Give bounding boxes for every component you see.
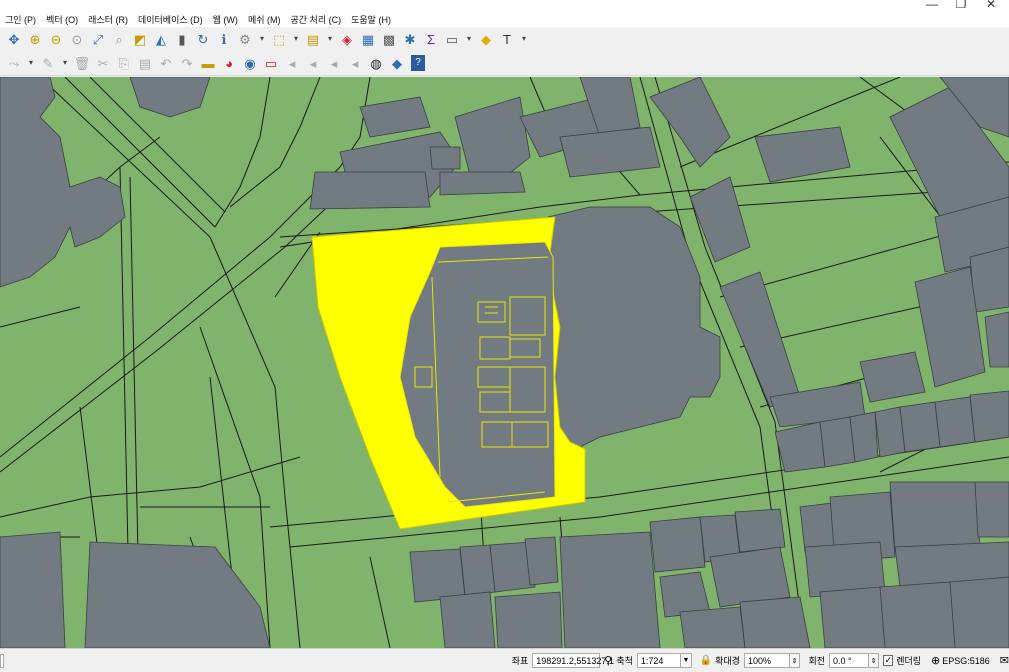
measure-icon[interactable]: ▭ bbox=[442, 29, 462, 49]
new-bookmark-icon[interactable]: ▮ bbox=[172, 29, 192, 49]
zoom-layer-icon[interactable]: ◩ bbox=[130, 29, 150, 49]
select-features-icon[interactable]: ⬚ bbox=[269, 29, 289, 49]
zoom-full-icon[interactable]: ⤢ bbox=[88, 29, 108, 49]
map-navigation-toolbar: ✥ ⊕ ⊖ ⊙ ⤢ ⌕ ◩ ◭ ▮ ↻ ℹ ⚙ ▾ ⬚ ▾ ▤ ▾ ◈ ▦ ▩ ✱ Σ ▭ ▾ ◆ T ▾ bbox=[0, 27, 1009, 51]
map-canvas[interactable] bbox=[0, 77, 1009, 648]
help-icon[interactable]: ? bbox=[411, 55, 425, 71]
label-icon[interactable]: ▬ bbox=[198, 53, 218, 73]
menu-plugins[interactable]: 그인 (P) bbox=[0, 13, 41, 26]
menu-raster[interactable]: 래스터 (R) bbox=[83, 13, 133, 26]
map-view[interactable] bbox=[0, 77, 1009, 648]
paste-features-icon[interactable]: ▤ bbox=[135, 53, 155, 73]
deselect-icon[interactable]: ◈ bbox=[337, 29, 357, 49]
statistics-icon[interactable]: Σ bbox=[421, 29, 441, 49]
rotate-label-icon[interactable]: ◂ bbox=[303, 53, 323, 73]
magnifier-spinner-icon[interactable]: ⇕ bbox=[789, 653, 801, 668]
window-controls: — ❐ ✕ bbox=[0, 0, 1009, 11]
dropdown-arrow-icon[interactable]: ▾ bbox=[256, 29, 268, 49]
zoom-out-icon[interactable]: ⊖ bbox=[46, 29, 66, 49]
dropdown-arrow-icon[interactable]: ▾ bbox=[518, 29, 530, 49]
status-bar: 좌표 198291.2,551327.1 ⚲ 축척 1:724 ▼ 🔒 확대경 … bbox=[0, 648, 1009, 672]
map-tips-icon[interactable]: ◆ bbox=[476, 29, 496, 49]
digitize-icon[interactable]: ⤳ bbox=[4, 53, 24, 73]
scale-input[interactable]: 1:724 bbox=[636, 653, 682, 668]
toggle-extents-icon[interactable]: ⚲ bbox=[604, 654, 612, 667]
delete-selected-icon[interactable]: 🗑 bbox=[72, 53, 92, 73]
change-label-icon[interactable]: ◂ bbox=[324, 53, 344, 73]
crs-label[interactable]: EPSG:5186 bbox=[942, 656, 990, 666]
move-label-icon[interactable]: ◂ bbox=[282, 53, 302, 73]
diagram-icon[interactable]: ◕ bbox=[219, 53, 239, 73]
magnifier-label: 확대경 bbox=[715, 656, 740, 666]
rotation-spinner-icon[interactable]: ⇕ bbox=[868, 653, 880, 668]
dropdown-arrow-icon[interactable]: ▾ bbox=[59, 53, 71, 73]
globe-plugin-icon[interactable]: ◍ bbox=[366, 53, 386, 73]
messages-field[interactable] bbox=[0, 653, 4, 668]
digitizing-toolbar: ⤳ ▾ ✎ ▾ 🗑 ✂ ⎘ ▤ ↶ ↷ ▬ ◕ ◉ ▭ ◂ ◂ ◂ ◂ ◍ ◆? bbox=[0, 51, 1009, 76]
crs-globe-icon[interactable]: ⊕ bbox=[931, 654, 940, 667]
identify-icon[interactable]: ℹ bbox=[214, 29, 234, 49]
refresh-icon[interactable]: ↻ bbox=[193, 29, 213, 49]
lock-scale-icon[interactable]: 🔒 bbox=[700, 655, 712, 666]
zoom-last-icon[interactable]: ◭ bbox=[151, 29, 171, 49]
magnifier-input[interactable]: 100% bbox=[743, 653, 790, 668]
zoom-selection-icon[interactable]: ⌕ bbox=[109, 29, 129, 49]
undo-icon[interactable]: ↶ bbox=[156, 53, 176, 73]
menu-web[interactable]: 웹 (W) bbox=[208, 13, 243, 26]
menu-bar: 그인 (P) 벡터 (O) 래스터 (R) 데이터베이스 (D) 웹 (W) 메… bbox=[0, 11, 1009, 27]
scale-dropdown-icon[interactable]: ▼ bbox=[681, 653, 692, 668]
processing-toolbox-icon[interactable]: ✱ bbox=[400, 29, 420, 49]
dropdown-arrow-icon[interactable]: ▾ bbox=[463, 29, 475, 49]
dropdown-arrow-icon[interactable]: ▾ bbox=[25, 53, 37, 73]
menu-vector[interactable]: 벡터 (O) bbox=[41, 13, 83, 26]
rotation-input[interactable]: 0.0 ° bbox=[829, 653, 869, 668]
zoom-native-icon[interactable]: ⊙ bbox=[67, 29, 87, 49]
redo-icon[interactable]: ↷ bbox=[177, 53, 197, 73]
menu-database[interactable]: 데이터베이스 (D) bbox=[133, 13, 208, 26]
render-label: 렌더링 bbox=[896, 656, 922, 666]
change-label2-icon[interactable]: ◂ bbox=[345, 53, 365, 73]
run-action-icon[interactable]: ⚙ bbox=[235, 29, 255, 49]
messages-icon[interactable]: ✉ bbox=[1000, 654, 1009, 667]
dropdown-arrow-icon[interactable]: ▾ bbox=[324, 29, 336, 49]
show-labels-icon[interactable]: ▭ bbox=[261, 53, 281, 73]
rotation-label: 회전 bbox=[808, 656, 825, 666]
minimize-button[interactable]: — bbox=[922, 0, 942, 11]
field-calculator-icon[interactable]: ▩ bbox=[379, 29, 399, 49]
text-annotation-icon[interactable]: T bbox=[497, 29, 517, 49]
pan-map-icon[interactable]: ✥ bbox=[4, 29, 24, 49]
copy-features-icon[interactable]: ⎘ bbox=[114, 53, 134, 73]
coordinate-label: 좌표 bbox=[511, 656, 529, 666]
edit-pencil-icon[interactable]: ✎ bbox=[38, 53, 58, 73]
select-by-value-icon[interactable]: ▤ bbox=[303, 29, 323, 49]
attribute-table-icon[interactable]: ▦ bbox=[358, 29, 378, 49]
cut-features-icon[interactable]: ✂ bbox=[93, 53, 113, 73]
menu-mesh[interactable]: 메쉬 (M) bbox=[243, 13, 286, 26]
close-button[interactable]: ✕ bbox=[981, 0, 1001, 11]
scale-label: 축척 bbox=[616, 656, 633, 666]
python-console-icon[interactable]: ◆ bbox=[387, 53, 407, 73]
zoom-in-icon[interactable]: ⊕ bbox=[25, 29, 45, 49]
menu-help[interactable]: 도움말 (H) bbox=[346, 13, 396, 26]
render-checkbox[interactable]: ✓ bbox=[883, 655, 894, 666]
pin-label-icon[interactable]: ◉ bbox=[240, 53, 260, 73]
maximize-button[interactable]: ❐ bbox=[951, 0, 971, 11]
dropdown-arrow-icon[interactable]: ▾ bbox=[290, 29, 302, 49]
coordinate-field[interactable]: 198291.2,551327.1 bbox=[532, 653, 614, 668]
menu-processing[interactable]: 공간 처리 (C) bbox=[286, 13, 347, 26]
